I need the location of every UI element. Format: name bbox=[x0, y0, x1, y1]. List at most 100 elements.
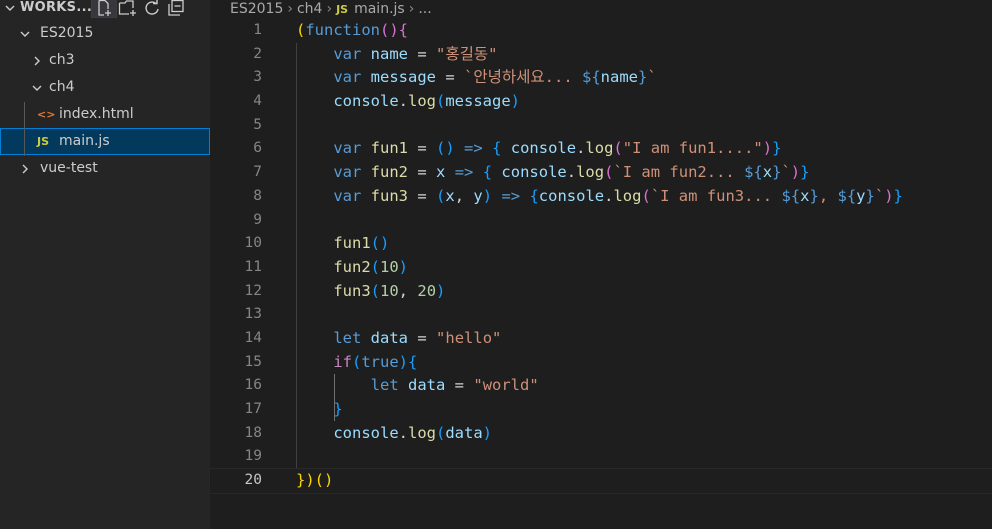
code-line-14[interactable]: 14 let data = "hello" bbox=[210, 327, 992, 351]
chevron-right-icon: › bbox=[326, 1, 333, 17]
line-number: 6 bbox=[253, 140, 262, 157]
line-number: 20 bbox=[244, 472, 262, 489]
explorer-actions bbox=[91, 0, 188, 18]
tree-item-es2015[interactable]: ES2015 bbox=[0, 20, 210, 47]
collapse-all-icon bbox=[168, 0, 184, 16]
code-line-6[interactable]: 6 var fun1 = () => { console.log("I am f… bbox=[210, 137, 992, 161]
code-line-8[interactable]: 8 var fun3 = (x, y) => {console.log(`I a… bbox=[210, 185, 992, 209]
line-number: 13 bbox=[244, 306, 262, 323]
new-file-button[interactable] bbox=[91, 0, 117, 18]
js-file-icon: JS bbox=[336, 2, 349, 16]
refresh-icon bbox=[145, 0, 159, 15]
tree-item-vue-test[interactable]: vue-test bbox=[0, 155, 210, 182]
line-number: 15 bbox=[244, 353, 262, 370]
tree-item-label: ch3 bbox=[49, 52, 75, 68]
code-line-3[interactable]: 3 var message = `안녕하세요... ${name}` bbox=[210, 66, 992, 90]
code-line-12[interactable]: 12 fun3(10, 20) bbox=[210, 280, 992, 304]
line-number: 3 bbox=[253, 69, 262, 86]
tree-item-ch3[interactable]: ch3 bbox=[0, 47, 210, 74]
chevron-down-icon[interactable] bbox=[18, 20, 32, 47]
js-file-icon: JS bbox=[37, 135, 50, 148]
file-tree: ES2015 ch3 ch4 <> index.html JS main.js … bbox=[0, 20, 210, 182]
code-text: console.log(data) bbox=[333, 423, 493, 442]
breadcrumb-item-symbol[interactable]: ... bbox=[418, 1, 431, 17]
breadcrumb-item-es2015[interactable]: ES2015 bbox=[230, 1, 283, 17]
breadcrumb: ES2015 › ch4 › JS main.js › ... bbox=[230, 0, 432, 18]
code-text: console.log(message) bbox=[333, 92, 521, 111]
code-line-7[interactable]: 7 var fun2 = x => { console.log(`I am fu… bbox=[210, 161, 992, 185]
chevron-right-icon: › bbox=[287, 1, 293, 17]
new-folder-button[interactable] bbox=[116, 0, 140, 17]
line-number: 9 bbox=[253, 211, 262, 228]
tree-indent-guide bbox=[24, 102, 25, 156]
explorer-sidebar: WORKS... ES2015 ch3 ch4 <> index.html JS… bbox=[0, 0, 210, 529]
code-area[interactable]: 1 (function(){ 2 var name = "홍길동" 3 var … bbox=[209, 19, 992, 494]
tree-item-label: ES2015 bbox=[40, 25, 94, 41]
tree-item-index-html[interactable]: <> index.html bbox=[0, 101, 210, 128]
code-line-15[interactable]: 15 if(true){ bbox=[210, 351, 992, 375]
line-number: 8 bbox=[253, 187, 262, 204]
tree-item-main-js[interactable]: JS main.js bbox=[0, 128, 210, 155]
breadcrumb-item-ch4[interactable]: ch4 bbox=[297, 1, 322, 17]
code-text: if(true){ bbox=[333, 352, 418, 371]
code-text: fun2(10) bbox=[333, 257, 409, 276]
new-folder-icon bbox=[118, 0, 136, 16]
tree-item-ch4[interactable]: ch4 bbox=[0, 74, 210, 101]
chevron-right-icon: › bbox=[408, 1, 415, 17]
line-number: 10 bbox=[244, 235, 262, 252]
line-number: 18 bbox=[244, 424, 262, 441]
code-text: var message = `안녕하세요... ${name}` bbox=[333, 68, 657, 87]
line-number: 1 bbox=[253, 22, 262, 38]
workspace-header[interactable]: WORKS... bbox=[0, 0, 210, 18]
line-number: 11 bbox=[244, 258, 262, 275]
line-number: 14 bbox=[244, 329, 262, 346]
code-text: var fun1 = () => { console.log("I am fun… bbox=[333, 139, 782, 158]
code-text: fun3(10, 20) bbox=[333, 281, 446, 300]
chevron-down-icon[interactable] bbox=[4, 0, 16, 19]
chevron-right-icon[interactable] bbox=[18, 155, 32, 182]
code-line-19[interactable]: 19 bbox=[210, 445, 992, 469]
code-line-16[interactable]: 16 let data = "world" bbox=[210, 374, 992, 398]
code-line-20[interactable]: 20 })() bbox=[209, 468, 992, 494]
code-text: } bbox=[333, 400, 343, 418]
tree-item-label: main.js bbox=[59, 133, 110, 149]
tree-item-label: ch4 bbox=[49, 79, 75, 95]
line-number: 5 bbox=[253, 116, 262, 133]
code-text: var fun2 = x => { console.log(`I am fun2… bbox=[333, 163, 810, 182]
code-text: fun1() bbox=[333, 234, 390, 253]
breadcrumb-item-main-js[interactable]: main.js bbox=[354, 1, 405, 17]
new-file-icon bbox=[98, 0, 111, 16]
code-line-2[interactable]: 2 var name = "홍길동" bbox=[210, 43, 992, 67]
line-number: 4 bbox=[253, 93, 262, 110]
code-text: (function(){ bbox=[296, 21, 408, 39]
line-number: 16 bbox=[244, 377, 262, 394]
workspace-title: WORKS... bbox=[20, 0, 93, 15]
code-text: let data = "hello" bbox=[333, 328, 502, 347]
tree-item-label: vue-test bbox=[40, 160, 98, 176]
code-line-11[interactable]: 11 fun2(10) bbox=[210, 256, 992, 280]
code-line-9[interactable]: 9 bbox=[210, 209, 992, 233]
code-editor[interactable]: ES2015 › ch4 › JS main.js › ... 1 (funct… bbox=[209, 0, 992, 529]
code-line-1[interactable]: 1 (function(){ bbox=[210, 19, 992, 43]
code-text: let data = "world" bbox=[370, 376, 539, 395]
line-number: 7 bbox=[253, 164, 262, 181]
code-text: var fun3 = (x, y) => {console.log(`I am … bbox=[333, 186, 903, 205]
refresh-button[interactable] bbox=[140, 0, 164, 17]
vscode-window: WORKS... ES2015 ch3 ch4 <> index.html JS… bbox=[0, 0, 992, 529]
code-line-10[interactable]: 10 fun1() bbox=[210, 232, 992, 256]
code-text: var name = "홍길동" bbox=[333, 44, 498, 63]
chevron-right-icon[interactable] bbox=[30, 47, 44, 74]
line-number: 2 bbox=[253, 45, 262, 62]
chevron-down-icon[interactable] bbox=[30, 74, 44, 101]
line-number: 17 bbox=[244, 401, 262, 417]
html-file-icon: <> bbox=[37, 108, 56, 121]
code-line-13[interactable]: 13 bbox=[210, 303, 992, 327]
collapse-all-button[interactable] bbox=[164, 0, 188, 17]
code-line-17[interactable]: 17 } bbox=[210, 398, 992, 422]
tree-item-label: index.html bbox=[59, 106, 134, 122]
code-line-4[interactable]: 4 console.log(message) bbox=[210, 90, 992, 114]
code-text: })() bbox=[296, 471, 334, 490]
code-line-18[interactable]: 18 console.log(data) bbox=[210, 422, 992, 446]
code-line-5[interactable]: 5 bbox=[210, 114, 992, 138]
line-number: 12 bbox=[244, 282, 262, 299]
